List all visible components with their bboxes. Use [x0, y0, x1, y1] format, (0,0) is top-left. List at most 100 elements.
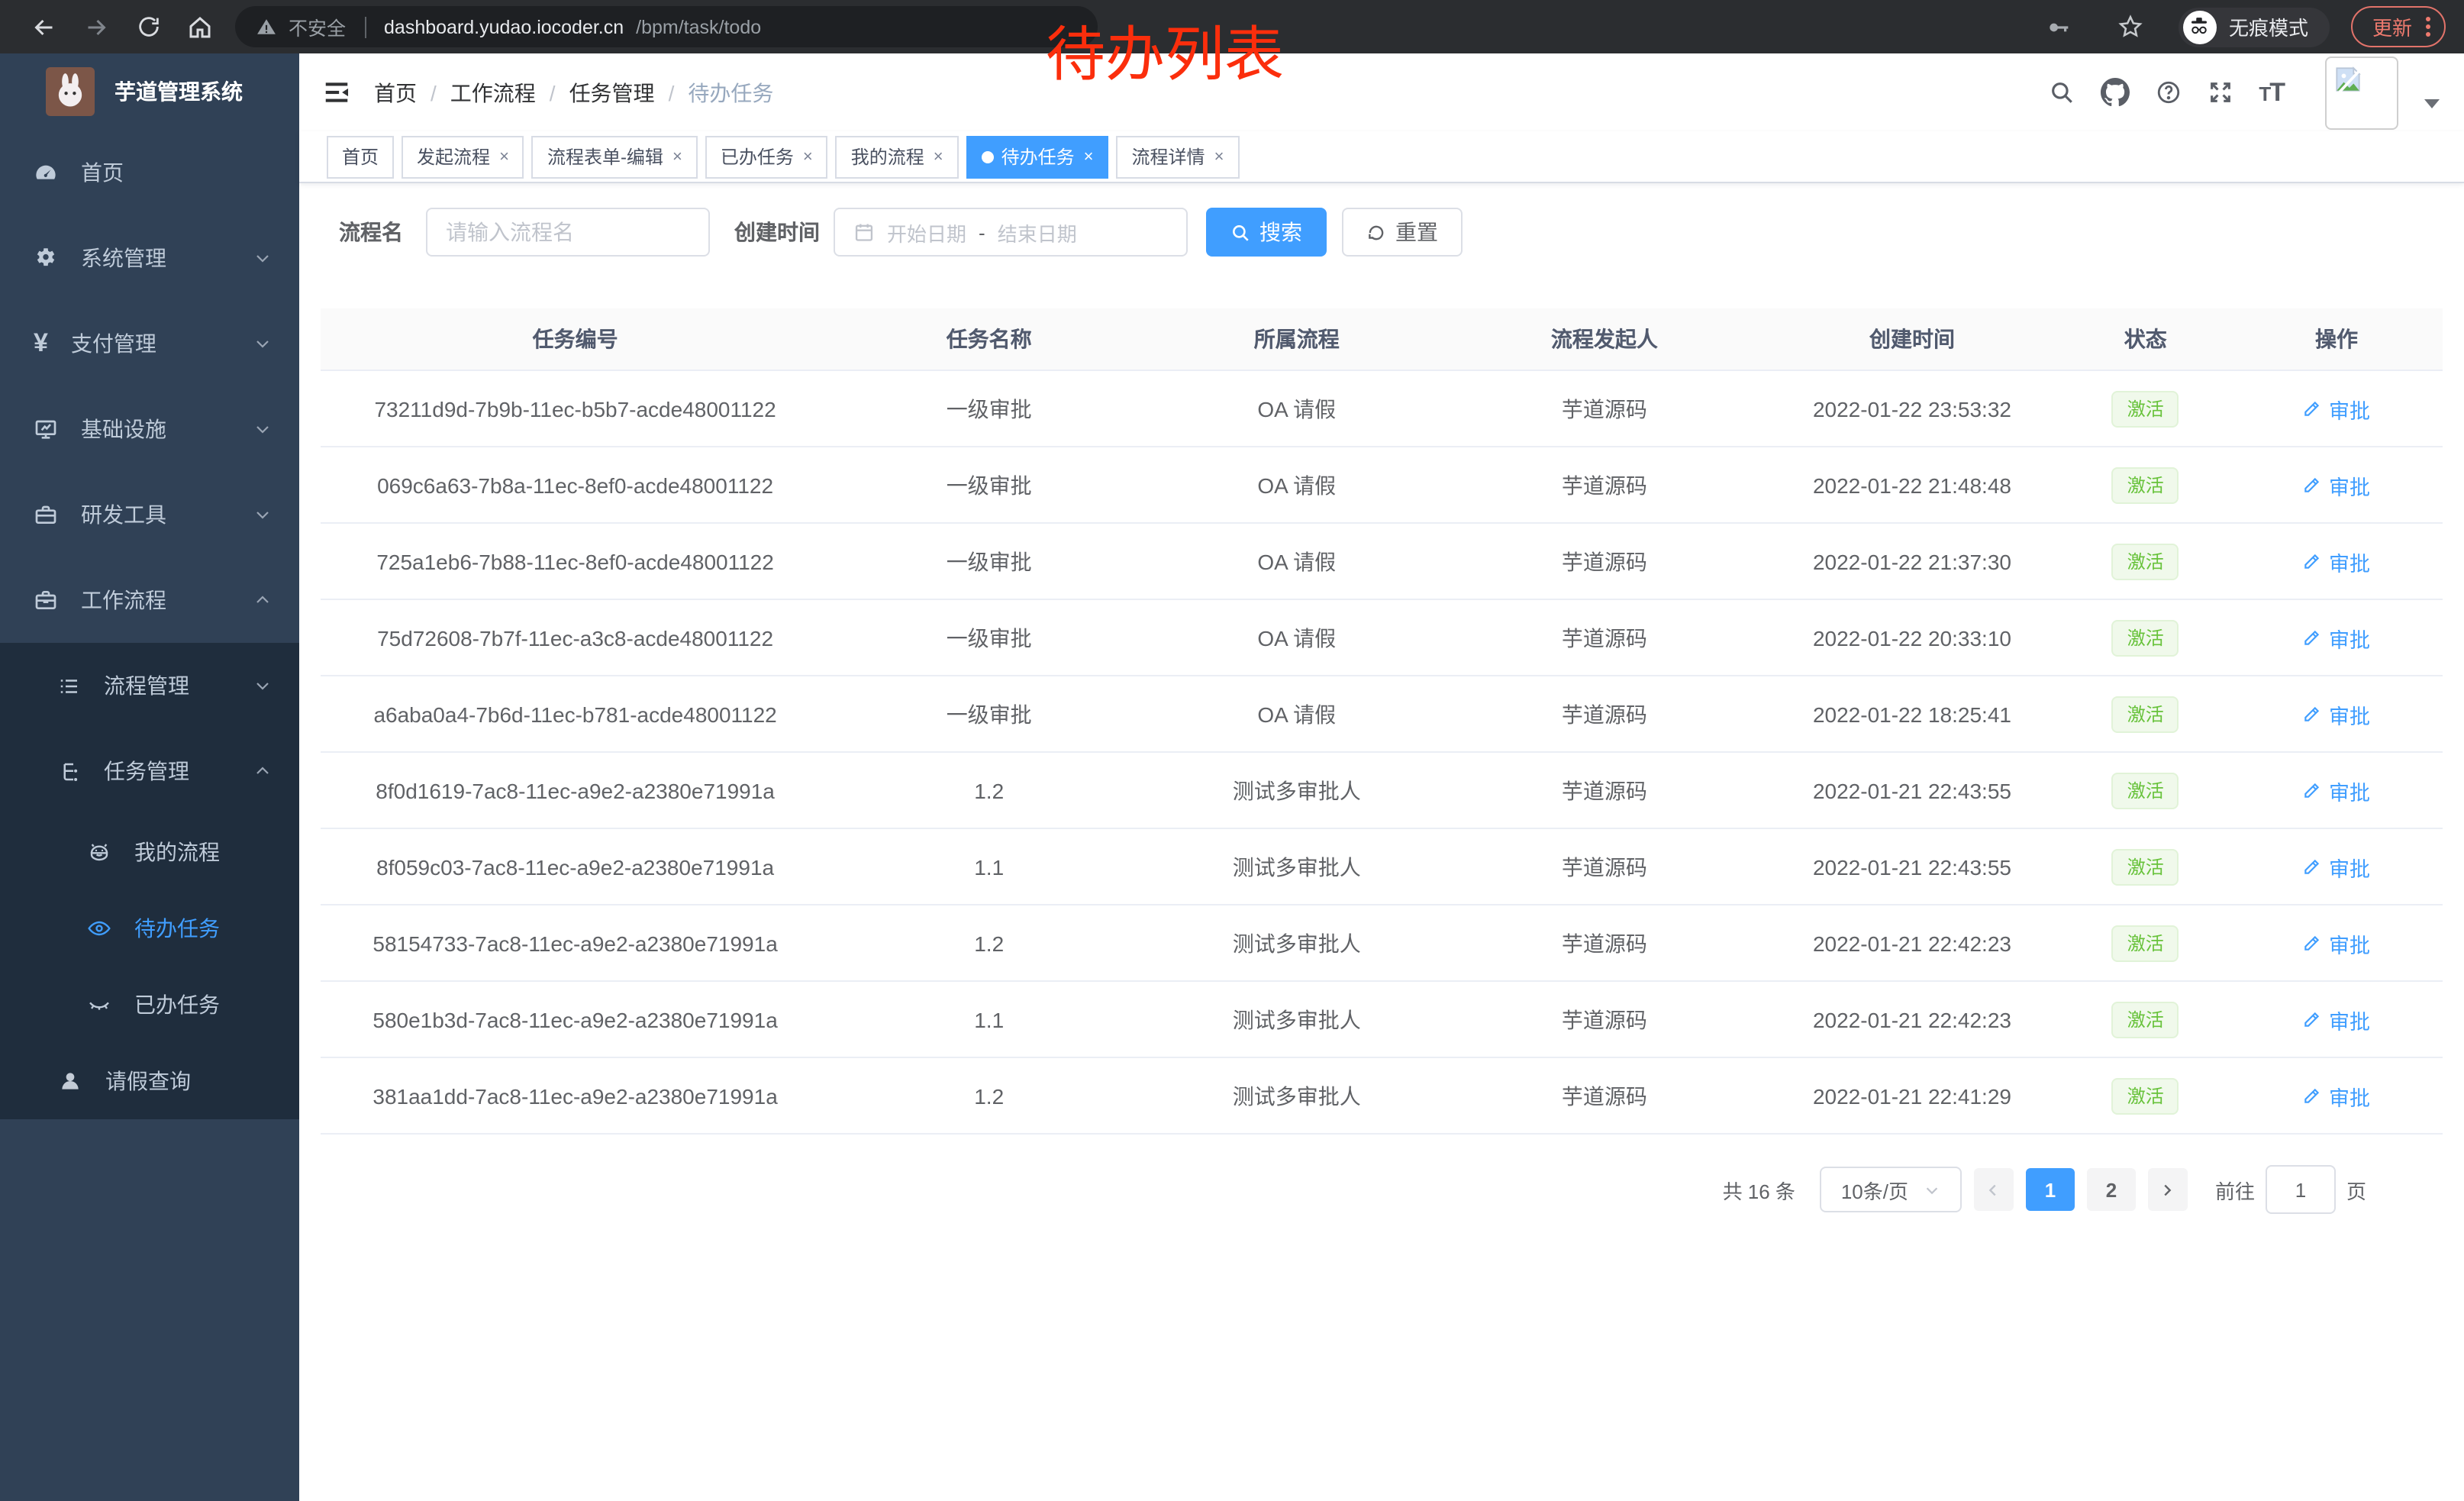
chrome-update-button[interactable]: 更新 [2351, 6, 2446, 47]
sidebar-item-system[interactable]: 系统管理 [0, 215, 299, 301]
sidebar-item-task-mgmt[interactable]: 任务管理 [0, 728, 299, 814]
tab-process-detail[interactable]: 流程详情× [1117, 135, 1240, 178]
task-time: 2022-01-22 21:37:30 [1763, 523, 2060, 599]
prev-page-button[interactable] [1974, 1168, 2014, 1211]
tab-done-tasks[interactable]: 已办任务× [705, 135, 828, 178]
table-row: 381aa1dd-7ac8-11ec-a9e2-a2380e71991a 1.2… [321, 1057, 2443, 1134]
page-size-select[interactable]: 10条/页 [1820, 1167, 1962, 1212]
sidebar-collapse-icon[interactable] [322, 78, 351, 107]
page-suffix-label: 页 [2346, 1175, 2366, 1204]
task-id: 8f0d1619-7ac8-11ec-a9e2-a2380e71991a [321, 752, 830, 828]
sidebar-item-infra[interactable]: 基础设施 [0, 386, 299, 472]
sidebar-item-leave-query[interactable]: 请假查询 [0, 1043, 299, 1119]
breadcrumb-task-mgmt[interactable]: 任务管理 [569, 77, 655, 108]
approve-link[interactable]: 审批 [2303, 928, 2370, 958]
bookmark-star-icon[interactable] [2105, 7, 2157, 47]
approve-link[interactable]: 审批 [2303, 851, 2370, 882]
date-range-picker[interactable]: 开始日期 - 结束日期 [834, 208, 1188, 257]
reset-button[interactable]: 重置 [1342, 208, 1463, 257]
tab-home[interactable]: 首页 [327, 135, 394, 178]
approve-link[interactable]: 审批 [2303, 1004, 2370, 1035]
approve-link[interactable]: 审批 [2303, 622, 2370, 653]
chevron-down-icon [253, 505, 272, 524]
search-icon[interactable] [2048, 79, 2074, 105]
tab-todo-tasks[interactable]: 待办任务× [966, 135, 1109, 178]
process-name-input[interactable] [426, 208, 710, 257]
sidebar-item-todo-tasks[interactable]: 待办任务 [0, 890, 299, 967]
task-process: OA 请假 [1148, 676, 1445, 752]
address-bar[interactable]: 不安全 dashboard.yudao.iocoder.cn/bpm/task/… [235, 6, 1098, 47]
home-icon[interactable] [174, 7, 226, 47]
table-row: 75d72608-7b7f-11ec-a3c8-acde48001122 一级审… [321, 599, 2443, 676]
browser-menu-icon[interactable] [2426, 17, 2430, 37]
workflow-submenu: 流程管理 任务管理 我的流程 [0, 643, 299, 1119]
task-name: 1.2 [830, 905, 1148, 981]
search-icon [1230, 222, 1250, 242]
task-name: 一级审批 [830, 676, 1148, 752]
chevron-up-icon [253, 591, 272, 609]
close-icon[interactable]: × [1214, 147, 1224, 166]
breadcrumb-workflow[interactable]: 工作流程 [450, 77, 536, 108]
tab-my-process[interactable]: 我的流程× [836, 135, 959, 178]
yen-icon: ¥ [34, 328, 48, 359]
forward-icon[interactable] [70, 7, 122, 47]
close-icon[interactable]: × [672, 147, 682, 166]
task-process: 测试多审批人 [1148, 828, 1445, 905]
status-badge: 激活 [2112, 543, 2179, 579]
sidebar-item-done-tasks[interactable]: 已办任务 [0, 967, 299, 1043]
approve-link[interactable]: 审批 [2303, 546, 2370, 576]
sidebar-item-label: 待办任务 [134, 913, 220, 944]
close-icon[interactable]: × [803, 147, 813, 166]
task-name: 1.1 [830, 981, 1148, 1057]
github-icon[interactable] [2100, 78, 2129, 107]
reload-icon[interactable] [122, 7, 174, 47]
tab-form-edit[interactable]: 流程表单-编辑× [532, 135, 698, 178]
page-content: 流程名 创建时间 开始日期 - 结束日期 [299, 183, 2464, 1501]
task-process: OA 请假 [1148, 599, 1445, 676]
task-time: 2022-01-21 22:41:29 [1763, 1057, 2060, 1134]
next-page-button[interactable] [2148, 1168, 2188, 1211]
flow-tree-icon [58, 760, 81, 783]
app-logo-row: 芋道管理系统 [0, 53, 299, 130]
font-size-icon[interactable]: TT [2259, 77, 2284, 108]
back-icon[interactable] [18, 7, 70, 47]
task-process: 测试多审批人 [1148, 752, 1445, 828]
help-icon[interactable] [2155, 79, 2181, 105]
avatar-dropdown-caret[interactable] [2424, 98, 2440, 108]
tab-start-process[interactable]: 发起流程× [402, 135, 524, 178]
sidebar-item-label: 支付管理 [71, 328, 156, 359]
end-date-placeholder: 结束日期 [998, 218, 1077, 247]
status-badge: 激活 [2112, 1001, 2179, 1038]
approve-link[interactable]: 审批 [2303, 699, 2370, 729]
approve-link[interactable]: 审批 [2303, 775, 2370, 805]
url-path: /bpm/task/todo [636, 16, 761, 37]
avatar[interactable] [2325, 56, 2398, 129]
search-button[interactable]: 搜索 [1206, 208, 1327, 257]
sidebar-item-my-process[interactable]: 我的流程 [0, 814, 299, 890]
approve-link[interactable]: 审批 [2303, 470, 2370, 500]
close-icon[interactable]: × [934, 147, 943, 166]
fullscreen-icon[interactable] [2207, 79, 2233, 105]
sidebar-item-label: 任务管理 [104, 756, 189, 786]
table-row: 8f0d1619-7ac8-11ec-a9e2-a2380e71991a 1.2… [321, 752, 2443, 828]
process-name-label: 流程名 [339, 217, 403, 247]
status-badge: 激活 [2112, 466, 2179, 503]
key-icon[interactable] [2032, 7, 2084, 47]
sidebar-item-home[interactable]: 首页 [0, 130, 299, 215]
sidebar-item-workflow[interactable]: 工作流程 [0, 557, 299, 643]
sidebar-item-devtools[interactable]: 研发工具 [0, 472, 299, 557]
sidebar-item-process-mgmt[interactable]: 流程管理 [0, 643, 299, 728]
page-button-2[interactable]: 2 [2087, 1168, 2136, 1211]
close-icon[interactable]: × [499, 147, 509, 166]
breadcrumb-home[interactable]: 首页 [374, 77, 417, 108]
chevron-up-icon [253, 762, 272, 780]
approve-link[interactable]: 审批 [2303, 393, 2370, 424]
sidebar-item-payment[interactable]: ¥ 支付管理 [0, 301, 299, 386]
approve-link[interactable]: 审批 [2303, 1080, 2370, 1111]
goto-page-input[interactable] [2266, 1165, 2336, 1214]
sidebar-item-label: 工作流程 [81, 585, 166, 615]
page-button-1[interactable]: 1 [2026, 1168, 2075, 1211]
close-icon[interactable]: × [1084, 147, 1094, 166]
refresh-icon [1366, 222, 1386, 242]
goto-label: 前往 [2215, 1175, 2255, 1204]
